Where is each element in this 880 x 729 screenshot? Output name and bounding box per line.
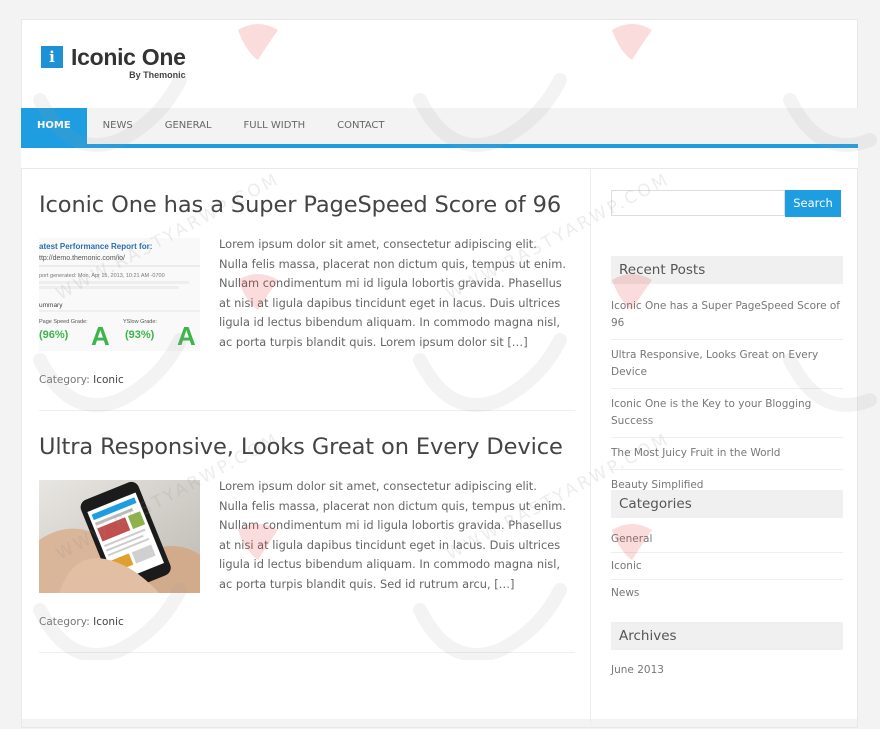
site-byline: By Themonic [129, 70, 186, 80]
recent-posts-list: Iconic One has a Super PageSpeed Score o… [611, 292, 843, 501]
category-link[interactable]: Iconic [611, 553, 843, 580]
logo-text: Iconic One By Themonic [71, 44, 186, 81]
widget-title-archives: Archives [611, 622, 843, 650]
column-divider [590, 169, 591, 729]
post-title-link[interactable]: Ultra Responsive, Looks Great on Every D… [39, 434, 563, 460]
site-title: Iconic One [71, 44, 186, 70]
thumb-yslow-grade: A [177, 321, 196, 351]
nav-item-full-width[interactable]: Full Width [228, 108, 322, 144]
phone-in-hand-image [39, 480, 200, 593]
post-excerpt: Lorem ipsum dolor sit amet, consectetur … [219, 479, 567, 591]
site-wrapper: i Iconic One By Themonic Home News Gener… [21, 19, 858, 729]
post-thumbnail[interactable]: atest Performance Report for: ttp://demo… [39, 238, 200, 351]
recent-post-link[interactable]: Ultra Responsive, Looks Great on Every D… [611, 340, 843, 389]
category-link[interactable]: Iconic [93, 616, 124, 628]
thumb-yslow-value: (93%) [125, 329, 155, 341]
category-link[interactable]: News [611, 580, 843, 606]
search-input[interactable] [611, 190, 785, 216]
search-button[interactable]: Search [785, 190, 841, 217]
widget-title-recent-posts: Recent Posts [611, 256, 843, 284]
category-link[interactable]: Iconic [93, 374, 124, 386]
widget-title-categories: Categories [611, 490, 843, 518]
recent-post-link[interactable]: Iconic One is the Key to your Blogging S… [611, 389, 843, 438]
nav-item-general[interactable]: General [149, 108, 228, 144]
post-list: Iconic One has a Super PageSpeed Score o… [39, 169, 575, 653]
category-label: Category: [39, 374, 90, 386]
content-area: Iconic One has a Super PageSpeed Score o… [21, 168, 858, 729]
category-label: Category: [39, 616, 90, 628]
post-title-link[interactable]: Iconic One has a Super PageSpeed Score o… [39, 192, 561, 218]
nav-item-contact[interactable]: Contact [321, 108, 400, 144]
pagespeed-report-image: atest Performance Report for: ttp://demo… [39, 238, 200, 351]
categories-list: General Iconic News [611, 526, 843, 606]
post-article: Iconic One has a Super PageSpeed Score o… [39, 169, 575, 411]
logo-info-icon: i [41, 46, 63, 68]
post-meta: Category: Iconic [39, 374, 124, 386]
post-meta: Category: Iconic [39, 616, 124, 628]
post-article: Ultra Responsive, Looks Great on Every D… [39, 411, 575, 653]
nav-item-home[interactable]: Home [21, 108, 87, 144]
main-navigation: Home News General Full Width Contact [21, 108, 858, 148]
recent-post-link[interactable]: The Most Juicy Fruit in the World [611, 438, 843, 470]
post-thumbnail[interactable] [39, 480, 200, 593]
thumb-url: ttp://demo.themonic.com/io/ [39, 255, 125, 262]
archive-link[interactable]: June 2013 [611, 658, 843, 686]
site-logo[interactable]: i Iconic One By Themonic [41, 46, 186, 80]
recent-post-link[interactable]: Iconic One has a Super PageSpeed Score o… [611, 292, 843, 340]
nav-item-news[interactable]: News [87, 108, 149, 144]
thumb-heading: atest Performance Report for: [39, 242, 152, 251]
search-widget: Search [611, 190, 841, 217]
thumb-summary: ummary [39, 302, 63, 309]
category-link[interactable]: General [611, 526, 843, 553]
thumb-pagespeed-label: Page Speed Grade: [39, 319, 88, 325]
thumb-yslow-label: YSlow Grade: [123, 319, 157, 325]
post-excerpt: Lorem ipsum dolor sit amet, consectetur … [219, 237, 567, 349]
thumb-pagespeed-grade: A [91, 321, 110, 351]
thumb-generated: port generated: Mon, Apr 15, 2013, 10:21… [39, 273, 165, 279]
archives-list: June 2013 [611, 658, 843, 686]
site-header: i Iconic One By Themonic [21, 19, 858, 108]
thumb-pagespeed-value: (96%) [39, 329, 69, 341]
